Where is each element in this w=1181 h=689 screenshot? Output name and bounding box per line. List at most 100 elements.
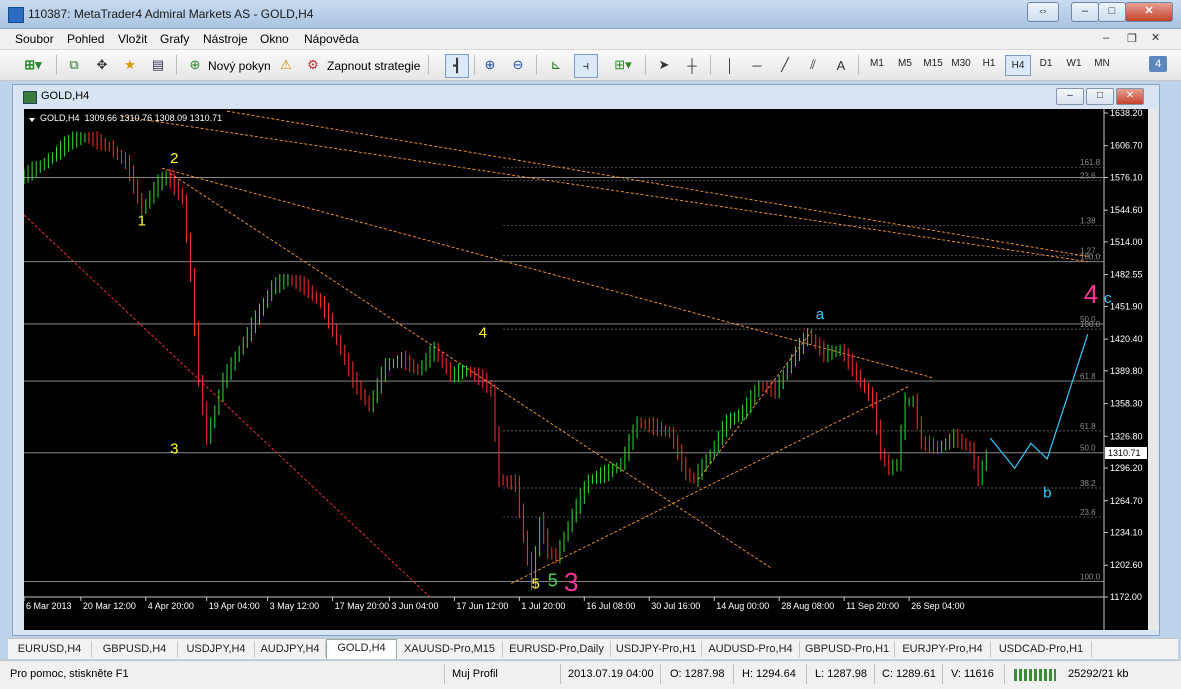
tab-gold-h4[interactable]: GOLD,H4 <box>326 639 397 659</box>
tab-gbpusd-h4[interactable]: GBPUSD,H4 <box>92 641 178 657</box>
fib-level-label: 161.8 <box>1080 158 1101 167</box>
wave-label: 4 <box>479 324 487 341</box>
x-tick-label: 3 May 12:00 <box>270 601 320 611</box>
notification-badge[interactable]: 4 <box>1149 56 1167 72</box>
x-tick-label: 17 May 20:00 <box>335 601 390 611</box>
crosshair-icon[interactable]: ┼ <box>682 54 702 76</box>
tab-usdjpy-pro-h1[interactable]: USDJPY-Pro,H1 <box>611 641 702 657</box>
indicators-icon[interactable]: ⊞▾ <box>608 54 638 76</box>
new-order-icon[interactable]: ⊕ <box>185 54 205 76</box>
status-profile[interactable]: Muj Profil <box>452 668 498 680</box>
current-price-label: 1310.71 <box>1108 448 1141 458</box>
vertical-line-icon[interactable]: │ <box>720 54 740 76</box>
timeframe-d1[interactable]: D1 <box>1034 58 1058 69</box>
terminal-window-icon[interactable]: ▤ <box>148 54 168 76</box>
menu-vlozit[interactable]: Vložit <box>118 32 147 46</box>
menu-nastroje[interactable]: Nástroje <box>203 32 248 46</box>
y-tick-label: 1296.20 <box>1110 463 1143 473</box>
tab-xauusd-pro-m15[interactable]: XAUUSD-Pro,M15 <box>397 641 503 657</box>
restore-toggle-button[interactable]: ⇔ <box>1027 2 1059 22</box>
timeframe-m1[interactable]: M1 <box>865 58 889 69</box>
star-folder-icon[interactable]: ★ <box>120 54 140 76</box>
info-arrow-icon <box>29 118 35 122</box>
text-tool[interactable]: A <box>831 54 851 76</box>
fib-level-label: 100.0 <box>1080 253 1101 262</box>
tab-eurusd-h4[interactable]: EURUSD,H4 <box>8 641 92 657</box>
zoom-in-icon[interactable]: ⊕ <box>480 54 500 76</box>
status-volume: V: 11616 <box>951 668 994 680</box>
y-tick-label: 1576.10 <box>1110 172 1143 182</box>
menu-grafy[interactable]: Grafy <box>160 32 189 46</box>
fib-level-label: 23.6 <box>1080 172 1096 181</box>
close-button[interactable]: ✕ <box>1125 2 1173 22</box>
channel-icon[interactable]: ⫽ <box>803 54 823 76</box>
x-tick-label: 26 Sep 04:00 <box>911 601 965 611</box>
new-order-button[interactable]: Nový pokyn <box>208 59 271 73</box>
zoom-out-icon[interactable]: ⊖ <box>508 54 528 76</box>
y-tick-label: 1264.70 <box>1110 496 1143 506</box>
new-chart-icon[interactable]: ⊞▾ <box>18 54 48 76</box>
y-tick-label: 1420.40 <box>1110 334 1143 344</box>
mdi-restore-button[interactable]: ❐ <box>1127 32 1137 45</box>
x-tick-label: 30 Jul 16:00 <box>651 601 700 611</box>
vertical-scrollbar[interactable] <box>1148 109 1158 630</box>
fib-level-label: 38.2 <box>1080 479 1096 488</box>
chart-shift-icon[interactable]: ⫞ <box>574 54 598 78</box>
timeframe-h1[interactable]: H1 <box>977 58 1001 69</box>
autoscroll-icon[interactable]: ⊾ <box>546 54 566 76</box>
x-tick-label: 19 Apr 04:00 <box>209 601 260 611</box>
status-low: L: 1287.98 <box>815 668 867 680</box>
mdi-minimize-button[interactable]: – <box>1103 32 1109 44</box>
tab-usdjpy-h4[interactable]: USDJPY,H4 <box>178 641 255 657</box>
trendline-icon[interactable]: ╱ <box>775 54 795 76</box>
cursor-icon[interactable]: ➤ <box>654 54 674 76</box>
wave-label: 4 <box>1084 279 1098 309</box>
menu-soubor[interactable]: Soubor <box>15 32 54 46</box>
wave-label: b <box>1043 484 1051 501</box>
horizontal-line-icon[interactable]: ─ <box>747 54 767 76</box>
tab-eurusd-pro-daily[interactable]: EURUSD-Pro,Daily <box>503 641 611 657</box>
connection-bars-icon <box>1014 669 1056 681</box>
tab-gbpusd-pro-h1[interactable]: GBPUSD-Pro,H1 <box>800 641 895 657</box>
chart-close-button[interactable]: ✕ <box>1116 88 1144 105</box>
x-tick-label: 1 Jul 20:00 <box>521 601 565 611</box>
title-bar: 110387: MetaTrader4 Admiral Markets AS -… <box>0 0 1181 29</box>
tab-audusd-pro-h4[interactable]: AUDUSD-Pro,H4 <box>702 641 800 657</box>
timeframe-w1[interactable]: W1 <box>1062 58 1086 69</box>
price-chart[interactable]: 1638.20 1606.70 1576.10 1544.60 1514.00 1482.… <box>24 109 1148 630</box>
bar-chart-icon[interactable]: ┫ <box>445 54 469 78</box>
mdi-close-button[interactable]: ✕ <box>1151 31 1160 44</box>
app-icon <box>8 7 24 23</box>
chart-window-icon <box>23 91 37 104</box>
menu-pohled[interactable]: Pohled <box>67 32 104 46</box>
menu-napoveda[interactable]: Nápověda <box>304 32 359 46</box>
crosshair-navigator-icon[interactable]: ✥ <box>92 54 112 76</box>
timeframe-h4[interactable]: H4 <box>1005 55 1031 76</box>
tab-usdcad-pro-h1[interactable]: USDCAD-Pro,H1 <box>991 641 1092 657</box>
timeframe-m30[interactable]: M30 <box>949 58 973 69</box>
strategies-icon[interactable]: ⚙ <box>303 54 323 76</box>
timeframe-m15[interactable]: M15 <box>921 58 945 69</box>
fib-level-label: 50.0 <box>1080 444 1096 453</box>
chart-minimize-button[interactable]: – <box>1056 88 1084 105</box>
projection-line <box>989 334 1089 470</box>
menu-bar: Soubor Pohled Vložit Grafy Nástroje Okno… <box>0 29 1181 50</box>
tab-audjpy-h4[interactable]: AUDJPY,H4 <box>255 641 326 657</box>
menu-okno[interactable]: Okno <box>260 32 289 46</box>
minimize-button[interactable]: – <box>1071 2 1099 22</box>
y-tick-label: 1358.30 <box>1110 399 1143 409</box>
profiles-icon[interactable]: ⧉ <box>64 54 84 76</box>
chart-maximize-button[interactable]: □ <box>1086 88 1114 105</box>
fib-level-label: 1.38 <box>1080 216 1096 225</box>
status-open: O: 1287.98 <box>670 668 725 680</box>
y-tick-label: 1606.70 <box>1110 141 1143 151</box>
toggle-strategies-button[interactable]: Zapnout strategie <box>327 59 420 73</box>
tab-eurjpy-pro-h4[interactable]: EURJPY-Pro,H4 <box>895 641 991 657</box>
x-tick-label: 17 Jun 12:00 <box>456 601 508 611</box>
warning-icon[interactable]: ⚠ <box>276 54 296 76</box>
status-bar: Pro pomoc, stiskněte F1 Muj Profil 2013.… <box>0 660 1181 689</box>
y-tick-label: 1326.80 <box>1110 431 1143 441</box>
timeframe-mn[interactable]: MN <box>1090 58 1114 69</box>
timeframe-m5[interactable]: M5 <box>893 58 917 69</box>
maximize-button[interactable]: □ <box>1098 2 1126 22</box>
